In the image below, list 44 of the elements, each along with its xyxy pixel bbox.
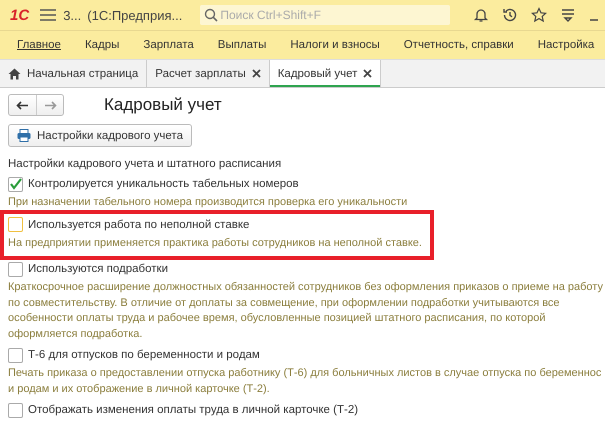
section-heading: Настройки кадрового учета и штатного расписания bbox=[8, 158, 282, 170]
tab[interactable]: Кадровый учет bbox=[270, 60, 382, 87]
right-arrow-icon bbox=[44, 100, 56, 110]
menu-item[interactable]: Выплаты bbox=[206, 39, 278, 51]
checkbox[interactable] bbox=[8, 176, 23, 192]
close-icon[interactable] bbox=[363, 69, 372, 78]
menu-item[interactable]: Кадры bbox=[72, 39, 132, 51]
left-arrow-icon bbox=[16, 100, 29, 110]
star-icon[interactable] bbox=[531, 7, 547, 23]
tab-label: Кадровый учет bbox=[278, 68, 358, 80]
list-menu-icon[interactable] bbox=[560, 7, 576, 23]
checkbox-label: Используются подработки bbox=[28, 263, 168, 275]
bell-icon[interactable] bbox=[473, 7, 489, 23]
checkbox-label: Используется работа по неполной ставке bbox=[28, 218, 250, 230]
printer-icon bbox=[17, 129, 31, 142]
settings-button[interactable]: Настройки кадрового учета bbox=[8, 124, 192, 147]
form-title: Кадровый учет bbox=[104, 95, 222, 115]
option-description: При назначении табельного номера производится проверка его уникальности bbox=[8, 195, 408, 210]
option-description: На предприятии применяется практика работы сотрудников на неполной ставке. bbox=[8, 236, 422, 250]
option-description: Печать приказа о предоставлении отпуска работнику (Т-6) для больничных листов в случае отпуска по беременнос и родам и их отображение в личной карточке (Т-2). bbox=[8, 366, 602, 396]
menu-item[interactable]: Зарплата bbox=[131, 39, 206, 51]
window-title: 3... bbox=[63, 8, 82, 22]
checkbox[interactable] bbox=[8, 217, 23, 232]
search-field[interactable]: Поиск Ctrl+Shift+F bbox=[200, 5, 450, 25]
menu-icon[interactable] bbox=[39, 8, 58, 22]
menu-item[interactable]: Главное bbox=[5, 39, 73, 51]
menu-item[interactable]: Налоги и взносы bbox=[278, 39, 392, 51]
logo[interactable]: 1С bbox=[6, 6, 34, 24]
checkbox-label: Отображать изменения оплаты труда в личной карточке (Т-2) bbox=[28, 404, 358, 416]
checkbox[interactable] bbox=[8, 402, 23, 418]
history-icon[interactable] bbox=[502, 7, 518, 23]
menu-item[interactable]: Настройка bbox=[526, 39, 605, 51]
tab-label: Начальная страница bbox=[27, 68, 138, 80]
checkbox[interactable] bbox=[8, 348, 23, 362]
window-subtitle: (1С:Предприя... bbox=[87, 8, 182, 22]
close-icon[interactable] bbox=[252, 69, 261, 78]
checkbox-label: Т-6 для отпусков по беременности и родам bbox=[28, 349, 260, 361]
checkbox-label: Контролируется уникальность табельных номеров bbox=[28, 178, 299, 190]
menu-item[interactable]: Отчетность, справки bbox=[392, 39, 526, 51]
tab-label: Расчет зарплаты bbox=[155, 68, 246, 80]
search-icon bbox=[204, 8, 218, 22]
option-description: Краткосрочное расширение должностных обязанностей сотрудников без оформления приказов о приеме на работу по совместительству. В отличие от доплаты за совмещение, при оформлении подработки учитываются все особенности оплаты труда и рабочее время, обусловленные позицией штатного расписания, по которой оформляется подработка. bbox=[8, 280, 603, 342]
checkbox[interactable] bbox=[8, 262, 23, 276]
home-icon bbox=[8, 68, 21, 80]
